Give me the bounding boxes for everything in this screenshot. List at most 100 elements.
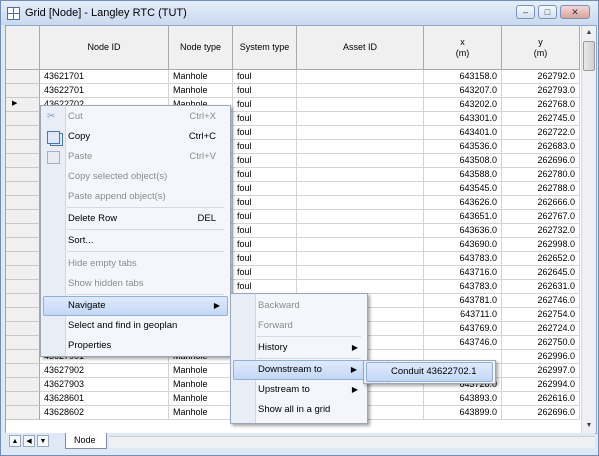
cell-y[interactable]: 262745.0 xyxy=(502,112,580,126)
cell-y[interactable]: 262997.0 xyxy=(502,364,580,378)
cell-asset-id[interactable] xyxy=(297,224,424,238)
cell-node-id[interactable]: 43627902 xyxy=(40,364,169,378)
cell-node-type[interactable]: Manhole xyxy=(169,70,233,84)
cell-y[interactable]: 262645.0 xyxy=(502,266,580,280)
maximize-button[interactable]: □ xyxy=(538,5,557,19)
vertical-scrollbar[interactable]: ▲ ▼ xyxy=(581,26,596,433)
menu-item-sort[interactable]: Sort... xyxy=(43,231,228,251)
row-header[interactable] xyxy=(6,280,40,294)
minimize-button[interactable]: – xyxy=(516,5,535,19)
first-icon[interactable]: ▲ xyxy=(9,435,21,447)
cell-asset-id[interactable] xyxy=(297,98,424,112)
row-header[interactable] xyxy=(6,182,40,196)
row-header[interactable] xyxy=(6,126,40,140)
cell-x[interactable]: 643508.0 xyxy=(424,154,502,168)
cell-node-id[interactable]: 43628601 xyxy=(40,392,169,406)
cell-asset-id[interactable] xyxy=(297,84,424,98)
cell-node-type[interactable]: Manhole xyxy=(169,84,233,98)
title-bar[interactable]: Grid [Node] - Langley RTC (TUT) – □ ✕ xyxy=(1,1,598,25)
menu-item-downstream-to[interactable]: Downstream to ▶ xyxy=(233,360,365,380)
cell-y[interactable]: 262754.0 xyxy=(502,308,580,322)
cell-system-type[interactable]: foul xyxy=(233,70,297,84)
cell-y[interactable]: 262696.0 xyxy=(502,154,580,168)
cell-y[interactable]: 262746.0 xyxy=(502,294,580,308)
cell-system-type[interactable]: foul xyxy=(233,238,297,252)
cell-y[interactable]: 262732.0 xyxy=(502,224,580,238)
cell-node-type[interactable]: Manhole xyxy=(169,392,233,406)
row-header[interactable] xyxy=(6,266,40,280)
cell-node-id[interactable]: 43622701 xyxy=(40,84,169,98)
cell-x[interactable]: 643158.0 xyxy=(424,70,502,84)
row-header[interactable] xyxy=(6,168,40,182)
cell-x[interactable]: 643536.0 xyxy=(424,140,502,154)
cell-y[interactable]: 262666.0 xyxy=(502,196,580,210)
menu-item-copy-selected-object-s[interactable]: Copy selected object(s) xyxy=(43,167,228,187)
row-header[interactable]: ▶ xyxy=(6,98,40,112)
row-header[interactable] xyxy=(6,224,40,238)
cell-system-type[interactable]: foul xyxy=(233,126,297,140)
cell-y[interactable]: 262792.0 xyxy=(502,70,580,84)
row-header[interactable] xyxy=(6,350,40,364)
cell-asset-id[interactable] xyxy=(297,280,424,294)
cell-system-type[interactable]: foul xyxy=(233,182,297,196)
column-header-node-id[interactable]: Node ID xyxy=(40,26,169,70)
cell-asset-id[interactable] xyxy=(297,252,424,266)
cell-asset-id[interactable] xyxy=(297,238,424,252)
cell-x[interactable]: 643401.0 xyxy=(424,126,502,140)
column-header-system-type[interactable]: System type xyxy=(233,26,297,70)
menu-item-delete-row[interactable]: Delete Row DEL xyxy=(43,209,228,229)
cell-system-type[interactable]: foul xyxy=(233,266,297,280)
row-header[interactable] xyxy=(6,154,40,168)
row-header[interactable] xyxy=(6,406,40,420)
cell-y[interactable]: 262616.0 xyxy=(502,392,580,406)
scroll-thumb[interactable] xyxy=(583,41,595,71)
cell-y[interactable]: 262996.0 xyxy=(502,350,580,364)
row-header[interactable] xyxy=(6,140,40,154)
menu-item-properties[interactable]: Properties xyxy=(43,336,228,356)
menu-item-upstream-to[interactable]: Upstream to ▶ xyxy=(233,380,365,400)
cell-node-type[interactable]: Manhole xyxy=(169,364,233,378)
menu-item-copy[interactable]: Copy Ctrl+C xyxy=(43,127,228,147)
cell-asset-id[interactable] xyxy=(297,70,424,84)
scroll-up-icon[interactable]: ▲ xyxy=(583,26,595,40)
grid-corner[interactable] xyxy=(6,26,40,70)
row-header[interactable] xyxy=(6,252,40,266)
cell-x[interactable]: 643783.0 xyxy=(424,252,502,266)
row-header[interactable] xyxy=(6,196,40,210)
cell-asset-id[interactable] xyxy=(297,182,424,196)
menu-item-show-hidden-tabs[interactable]: Show hidden tabs xyxy=(43,274,228,294)
cell-y[interactable]: 262780.0 xyxy=(502,168,580,182)
menu-item-show-all-in-a-grid[interactable]: Show all in a grid xyxy=(233,400,365,420)
cell-x[interactable]: 643783.0 xyxy=(424,280,502,294)
cell-system-type[interactable]: foul xyxy=(233,98,297,112)
row-header[interactable] xyxy=(6,336,40,350)
close-button[interactable]: ✕ xyxy=(560,5,590,19)
cell-system-type[interactable]: foul xyxy=(233,224,297,238)
row-header[interactable] xyxy=(6,364,40,378)
menu-item-select-and-find-in-geoplan[interactable]: Select and find in geoplan xyxy=(43,316,228,336)
row-header[interactable] xyxy=(6,70,40,84)
row-header[interactable] xyxy=(6,112,40,126)
horizontal-scrollbar[interactable] xyxy=(109,436,595,448)
cell-x[interactable]: 643781.0 xyxy=(424,294,502,308)
row-header[interactable] xyxy=(6,308,40,322)
scroll-down-icon[interactable]: ▼ xyxy=(583,419,595,433)
cell-system-type[interactable]: foul xyxy=(233,280,297,294)
next-icon[interactable]: ▼ xyxy=(37,435,49,447)
cell-asset-id[interactable] xyxy=(297,210,424,224)
cell-system-type[interactable]: foul xyxy=(233,210,297,224)
row-header[interactable] xyxy=(6,322,40,336)
cell-x[interactable]: 643545.0 xyxy=(424,182,502,196)
cell-y[interactable]: 262788.0 xyxy=(502,182,580,196)
cell-x[interactable]: 643711.0 xyxy=(424,308,502,322)
cell-node-type[interactable]: Manhole xyxy=(169,406,233,420)
menu-item-backward[interactable]: Backward xyxy=(233,296,365,316)
menu-item-hide-empty-tabs[interactable]: Hide empty tabs xyxy=(43,254,228,274)
row-header[interactable] xyxy=(6,378,40,392)
cell-asset-id[interactable] xyxy=(297,112,424,126)
cell-y[interactable]: 262696.0 xyxy=(502,406,580,420)
cell-y[interactable]: 262724.0 xyxy=(502,322,580,336)
prev-icon[interactable]: ◀ xyxy=(23,435,35,447)
cell-y[interactable]: 262722.0 xyxy=(502,126,580,140)
tab-node[interactable]: Node xyxy=(65,433,107,449)
